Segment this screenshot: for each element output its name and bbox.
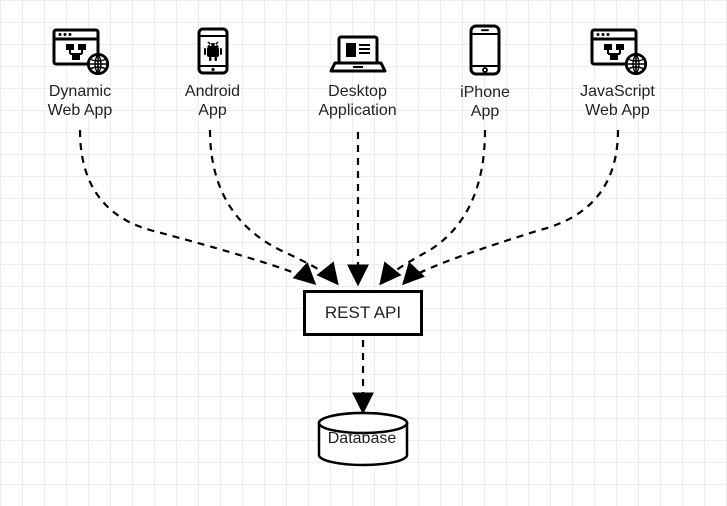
rest-api-label: REST API [325,303,401,323]
client-android-app: Android App [170,27,255,121]
client-label-line2: App [170,101,255,120]
client-label-line2: Application [300,101,415,120]
client-label-line2: Web App [30,101,130,120]
browser-globe-icon [51,27,109,80]
client-label-line1: iPhone [445,83,525,102]
client-label-line1: Android [170,82,255,101]
iphone-icon [466,24,504,81]
client-label-line1: JavaScript [560,82,675,101]
android-phone-icon [193,27,233,80]
laptop-icon [329,33,387,80]
client-label-line2: Web App [560,101,675,120]
client-dynamic-web-app: Dynamic Web App [30,27,130,121]
client-iphone-app: iPhone App [445,24,525,122]
browser-globe-icon [589,27,647,80]
client-javascript-web-app: JavaScript Web App [560,27,675,121]
client-label-line2: App [445,102,525,121]
rest-api-box: REST API [303,290,423,336]
database-label: Database [310,430,414,448]
client-desktop-application: Desktop Application [300,33,415,121]
client-label-line1: Dynamic [30,82,130,101]
client-label-line1: Desktop [300,82,415,101]
